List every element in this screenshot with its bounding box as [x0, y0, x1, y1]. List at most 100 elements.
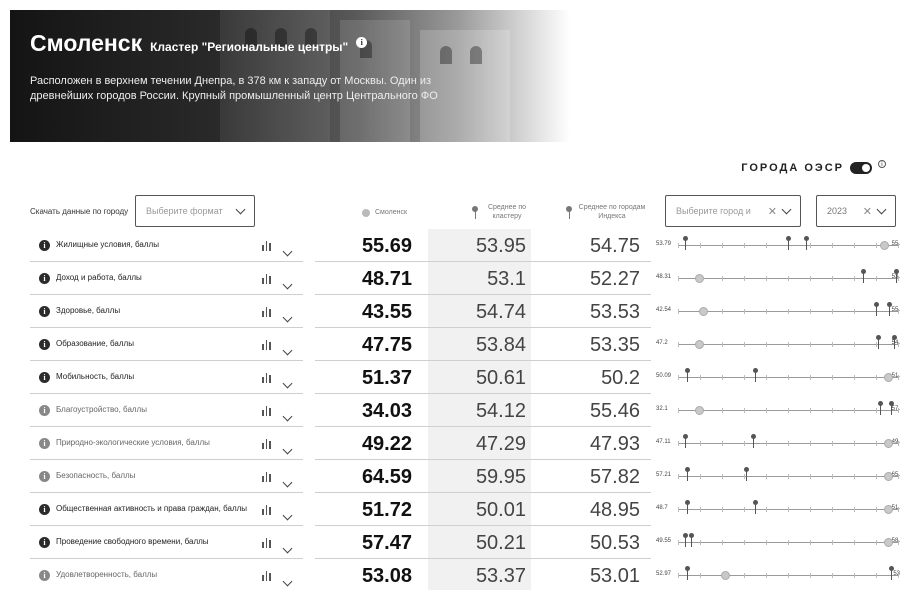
average-marker: [744, 467, 750, 481]
axis-tick: [876, 573, 877, 578]
clear-icon[interactable]: ✕: [863, 205, 872, 218]
bar-chart-icon[interactable]: [262, 505, 271, 515]
axis-tick: [744, 507, 745, 512]
city-value: 57.47: [361, 532, 412, 554]
cluster-average: 54.74: [475, 301, 526, 323]
axis-tick: [810, 441, 811, 446]
info-icon[interactable]: i: [39, 306, 50, 317]
bar-chart-icon[interactable]: [262, 241, 271, 251]
axis-tick: [788, 474, 789, 479]
axis-tick: [700, 507, 701, 512]
average-marker: [684, 368, 690, 382]
axis-tick: [678, 540, 679, 545]
bar-chart-icon[interactable]: [262, 538, 271, 548]
axis-tick: [898, 342, 899, 347]
bar-chart-icon[interactable]: [262, 340, 271, 350]
column-header-index-label: Среднее по городам Индекса: [578, 204, 646, 220]
expand-row-button[interactable]: [282, 339, 293, 358]
bar-chart-icon[interactable]: [262, 373, 271, 383]
table-row: i Доход и работа, баллы 48.71 53.1 52.27…: [0, 262, 900, 295]
column-header-cluster-label: Среднее по кластеру: [487, 204, 527, 220]
bar-chart-icon[interactable]: [262, 307, 271, 317]
axis-tick: [722, 408, 723, 413]
info-icon[interactable]: i: [39, 438, 50, 449]
info-icon[interactable]: i: [39, 372, 50, 383]
axis-tick: [788, 408, 789, 413]
axis-tick: [832, 309, 833, 314]
axis-tick: [722, 540, 723, 545]
oecd-toggle-switch[interactable]: [850, 162, 872, 174]
info-icon[interactable]: i: [356, 37, 368, 48]
city-value: 51.72: [361, 499, 412, 521]
expand-row-button[interactable]: [282, 438, 293, 457]
axis-tick: [788, 309, 789, 314]
index-average: 47.93: [589, 433, 640, 455]
axis-tick: [788, 342, 789, 347]
bar-chart-icon[interactable]: [262, 439, 271, 449]
axis-tick: [810, 474, 811, 479]
chevron-down-icon: [282, 543, 293, 554]
expand-row-button[interactable]: [282, 471, 293, 490]
info-icon[interactable]: i: [39, 570, 50, 581]
average-marker: [878, 401, 884, 415]
indicator-label: Проведение свободного времени, баллы: [56, 537, 209, 546]
expand-row-button[interactable]: [282, 306, 293, 325]
window-shape: [440, 46, 452, 64]
expand-row-button[interactable]: [282, 273, 293, 292]
axis-tick: [678, 507, 679, 512]
city-description: Расположен в верхнем течении Днепра, в 3…: [30, 75, 438, 102]
info-icon[interactable]: i: [39, 273, 50, 284]
info-icon[interactable]: i: [39, 504, 50, 515]
axis-tick: [678, 573, 679, 578]
city-marker: [699, 307, 709, 316]
expand-row-button[interactable]: [282, 372, 293, 391]
axis-tick: [700, 474, 701, 479]
axis-tick: [722, 243, 723, 248]
axis-tick: [898, 507, 899, 512]
bar-chart-icon[interactable]: [262, 406, 271, 416]
axis-tick: [722, 309, 723, 314]
axis-tick: [700, 243, 701, 248]
year-select[interactable]: 2023 ✕: [816, 195, 896, 227]
axis-tick: [722, 342, 723, 347]
info-icon[interactable]: i: [878, 160, 886, 168]
city-select[interactable]: Выберите город и ✕: [665, 195, 801, 227]
axis-tick: [744, 276, 745, 281]
bar-chart-icon[interactable]: [262, 472, 271, 482]
column-header-city: Смоленск: [362, 208, 407, 217]
format-select[interactable]: Выберите формат: [135, 195, 255, 227]
info-icon[interactable]: i: [39, 405, 50, 416]
indicator-label: Образование, баллы: [56, 339, 134, 348]
table-row: i Здоровье, баллы 43.55 54.74 53.53 42.5…: [0, 295, 900, 328]
info-icon[interactable]: i: [39, 471, 50, 482]
axis-tick: [678, 474, 679, 479]
expand-row-button[interactable]: [282, 537, 293, 556]
range-min-label: 57.21: [656, 472, 672, 478]
expand-row-button[interactable]: [282, 570, 293, 589]
expand-row-button[interactable]: [282, 240, 293, 259]
axis-tick: [766, 474, 767, 479]
info-icon[interactable]: i: [39, 339, 50, 350]
page-title: Смоленск Кластер "Региональные центры" i: [30, 30, 368, 57]
clear-icon[interactable]: ✕: [768, 205, 777, 218]
expand-row-button[interactable]: [282, 504, 293, 523]
city-value: 43.55: [361, 301, 412, 323]
range-min-label: 53.79: [656, 241, 672, 247]
axis-tick: [854, 342, 855, 347]
axis-tick: [810, 573, 811, 578]
city-value: 53.08: [361, 565, 412, 587]
average-marker: [684, 500, 690, 514]
info-icon[interactable]: i: [39, 537, 50, 548]
city-marker: [884, 472, 894, 481]
expand-row-button[interactable]: [282, 405, 293, 424]
range-min-label: 48.7: [656, 505, 668, 511]
average-marker: [889, 401, 895, 415]
indicator-label: Жилищные условия, баллы: [56, 240, 159, 249]
bar-chart-icon[interactable]: [262, 274, 271, 284]
axis-tick: [810, 540, 811, 545]
chevron-down-icon: [282, 345, 293, 356]
bar-chart-icon[interactable]: [262, 571, 271, 581]
info-icon[interactable]: i: [39, 240, 50, 251]
axis-tick: [766, 441, 767, 446]
axis-tick: [876, 375, 877, 380]
